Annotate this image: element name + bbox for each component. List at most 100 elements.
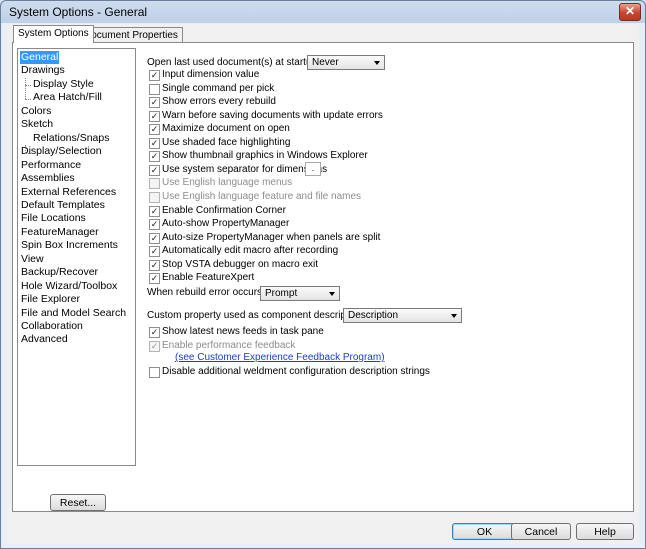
checkmark-icon: ✓	[150, 124, 159, 134]
window-title: System Options - General	[9, 5, 148, 19]
checkbox: ✓	[149, 341, 160, 352]
checkbox[interactable]: ✓	[149, 97, 160, 108]
option-label: Enable FeatureXpert	[162, 272, 255, 283]
checkmark-icon: ✓	[150, 219, 159, 229]
tree-item-hole-wizard-toolbox[interactable]: Hole Wizard/Toolbox	[20, 280, 118, 293]
dialog-body: System Options Document Properties Gener…	[7, 24, 639, 544]
checkmark-icon: ✓	[150, 206, 159, 216]
option-label: Warn before saving documents with update…	[162, 110, 383, 121]
startup-dropdown[interactable]: Never	[307, 55, 385, 70]
tab-document-properties[interactable]: Document Properties	[79, 27, 183, 42]
checkbox[interactable]: ✓	[149, 70, 160, 81]
feedback-program-link[interactable]: (see Customer Experience Feedback Progra…	[175, 352, 385, 363]
checkmark-icon: ✓	[150, 138, 159, 148]
separator-field[interactable]: .	[305, 162, 321, 176]
custom-property-label: Custom property used as component descri…	[147, 310, 365, 321]
checkbox[interactable]: ✓	[149, 151, 160, 162]
startup-label: Open last used document(s) at startup:	[147, 57, 320, 68]
checkmark-icon: ✓	[150, 97, 159, 107]
tree-item-relations-snaps[interactable]: Relations/Snaps	[32, 132, 110, 145]
checkbox	[149, 178, 160, 189]
checkbox[interactable]: ✓	[149, 111, 160, 122]
tree-connector	[25, 153, 31, 154]
tree-item-default-templates[interactable]: Default Templates	[20, 199, 106, 212]
option-label: Enable performance feedback	[162, 340, 296, 351]
checkbox[interactable]: ✓	[149, 246, 160, 257]
tree-item-general[interactable]: General	[20, 51, 60, 64]
checkbox[interactable]: ✓	[149, 138, 160, 149]
option-label: Auto-show PropertyManager	[162, 218, 290, 229]
option-label: Maximize document on open	[162, 123, 290, 134]
tree-item-file-and-model-search[interactable]: File and Model Search	[20, 307, 127, 320]
tree-item-external-references[interactable]: External References	[20, 186, 117, 199]
dropdown-arrow-icon	[329, 292, 335, 296]
tree-item-collaboration[interactable]: Collaboration	[20, 320, 84, 333]
option-label: Stop VSTA debugger on macro exit	[162, 259, 319, 270]
reset-button[interactable]: Reset...	[50, 494, 106, 511]
option-label: Use system separator for dimensions	[162, 164, 328, 175]
checkmark-icon: ✓	[150, 341, 159, 351]
checkmark-icon: ✓	[150, 233, 159, 243]
tab-system-options[interactable]: System Options	[13, 25, 94, 43]
tree-item-spin-box-increments[interactable]: Spin Box Increments	[20, 239, 119, 252]
tree-item-advanced[interactable]: Advanced	[20, 333, 69, 346]
rebuild-dropdown[interactable]: Prompt	[260, 286, 340, 301]
tree-item-colors[interactable]: Colors	[20, 105, 52, 118]
checkmark-icon: ✓	[150, 246, 159, 256]
cancel-button[interactable]: Cancel	[511, 523, 571, 540]
checkmark-icon: ✓	[150, 273, 159, 283]
tree-connector	[25, 85, 31, 86]
option-label: Use English language menus	[162, 177, 293, 188]
tree-item-backup-recover[interactable]: Backup/Recover	[20, 266, 99, 279]
checkmark-icon: ✓	[150, 165, 159, 175]
tree-connector	[25, 78, 26, 99]
dropdown-arrow-icon	[374, 61, 380, 65]
checkbox[interactable]: ✓	[149, 206, 160, 217]
option-label: Show thumbnail graphics in Windows Explo…	[162, 150, 368, 161]
checkmark-icon: ✓	[150, 151, 159, 161]
checkmark-icon: ✓	[150, 327, 159, 337]
tree-item-view[interactable]: View	[20, 253, 45, 266]
option-label: Input dimension value	[162, 69, 260, 80]
tree-item-featuremanager[interactable]: FeatureManager	[20, 226, 100, 239]
checkbox[interactable]: ✓	[149, 260, 160, 271]
checkmark-icon: ✓	[150, 111, 159, 121]
tree-item-display-selection[interactable]: Display/Selection	[20, 145, 103, 158]
system-options-window: System Options - General ✕ System Option…	[0, 0, 646, 549]
custom-property-dropdown[interactable]: Description	[343, 308, 462, 323]
checkbox[interactable]: ✓	[149, 273, 160, 284]
tree-item-area-hatch-fill[interactable]: Area Hatch/Fill	[32, 91, 103, 104]
tree-item-sketch[interactable]: Sketch	[20, 118, 54, 131]
option-label: Use shaded face highlighting	[162, 137, 291, 148]
title-bar[interactable]: System Options - General ✕	[1, 1, 645, 23]
tab-page: General Drawings Display Style Area Hatch/F…	[12, 42, 634, 512]
tree-item-assemblies[interactable]: Assemblies	[20, 172, 76, 185]
checkbox[interactable]: ✓	[149, 124, 160, 135]
option-label: Single command per pick	[162, 83, 275, 94]
startup-value: Never	[312, 57, 339, 68]
option-label: Show errors every rebuild	[162, 96, 276, 107]
checkmark-icon: ✓	[150, 260, 159, 270]
tree-item-file-locations[interactable]: File Locations	[20, 212, 87, 225]
weldment-option-label: Disable additional weldment configuratio…	[162, 366, 430, 377]
tree-item-display-style[interactable]: Display Style	[32, 78, 95, 91]
close-button[interactable]: ✕	[619, 3, 641, 21]
option-label: Use English language feature and file na…	[162, 191, 362, 202]
weldment-checkbox[interactable]	[149, 367, 160, 378]
checkbox[interactable]: ✓	[149, 219, 160, 230]
options-tree[interactable]: General Drawings Display Style Area Hatch/F…	[17, 48, 136, 466]
option-label: Show latest news feeds in task pane	[162, 326, 324, 337]
tree-item-file-explorer[interactable]: File Explorer	[20, 293, 81, 306]
checkmark-icon: ✓	[150, 70, 159, 80]
ok-button[interactable]: OK	[452, 523, 517, 540]
tree-item-drawings[interactable]: Drawings	[20, 64, 66, 77]
checkbox[interactable]	[149, 84, 160, 95]
checkbox[interactable]: ✓	[149, 327, 160, 338]
help-button[interactable]: Help	[576, 523, 634, 540]
tree-item-performance[interactable]: Performance	[20, 159, 82, 172]
option-label: Auto-size PropertyManager when panels ar…	[162, 232, 381, 243]
tree-connector	[25, 145, 26, 153]
tree-connector	[25, 99, 31, 100]
checkbox[interactable]: ✓	[149, 165, 160, 176]
checkbox[interactable]: ✓	[149, 233, 160, 244]
